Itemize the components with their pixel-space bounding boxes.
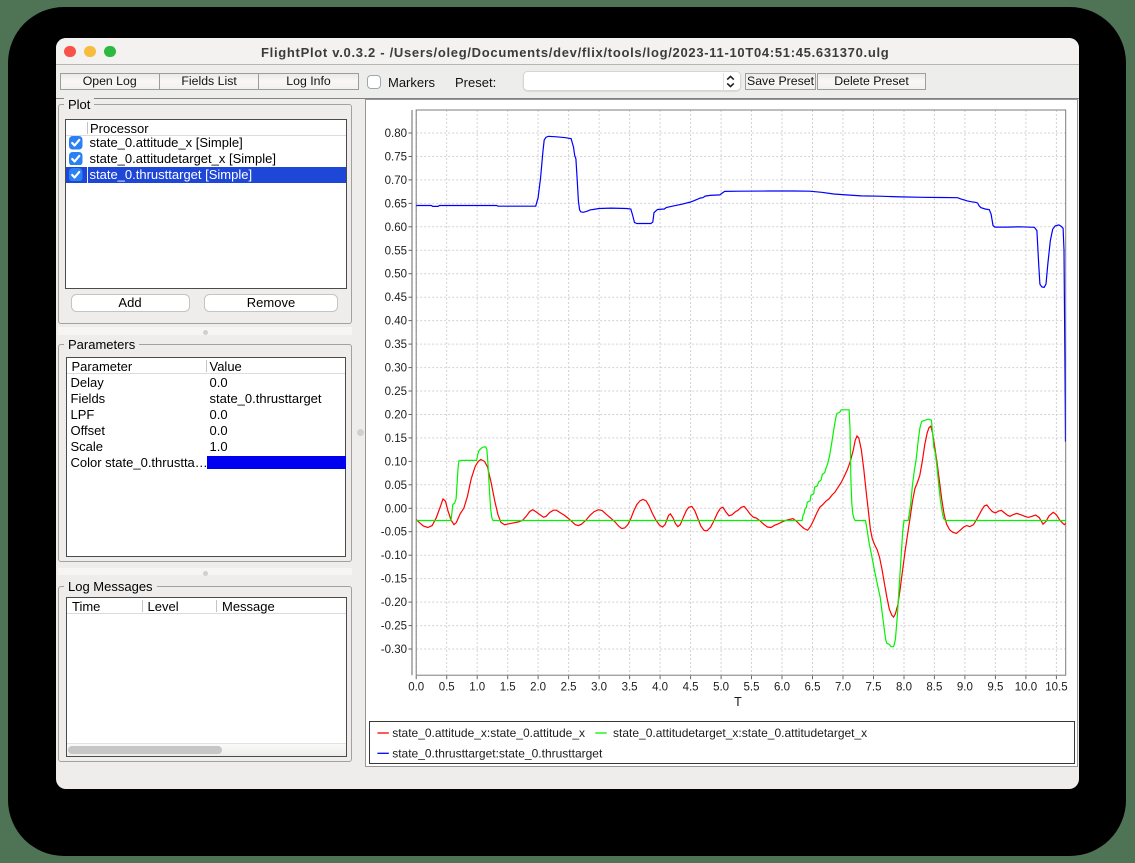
svg-text:-0.20: -0.20	[381, 597, 407, 609]
svg-text:-0.25: -0.25	[381, 621, 407, 633]
svg-text:1.0: 1.0	[469, 682, 485, 694]
svg-text:0.40: 0.40	[385, 316, 407, 328]
svg-text:9.0: 9.0	[957, 682, 973, 694]
svg-text:10.5: 10.5	[1045, 682, 1067, 694]
svg-text:0.5: 0.5	[439, 682, 455, 694]
svg-text:2.0: 2.0	[530, 682, 546, 694]
svg-text:5.0: 5.0	[713, 682, 729, 694]
svg-text:0.20: 0.20	[385, 410, 407, 422]
svg-text:0.25: 0.25	[385, 386, 407, 398]
svg-text:2.5: 2.5	[561, 682, 577, 694]
svg-text:4.5: 4.5	[683, 682, 699, 694]
svg-text:0.80: 0.80	[385, 128, 407, 140]
svg-text:10.0: 10.0	[1015, 682, 1037, 694]
svg-text:-0.10: -0.10	[381, 550, 407, 562]
svg-text:0.35: 0.35	[385, 339, 407, 351]
svg-text:0.10: 0.10	[385, 456, 407, 468]
svg-text:3.5: 3.5	[622, 682, 638, 694]
svg-text:0.45: 0.45	[385, 292, 407, 304]
svg-text:T: T	[734, 695, 742, 709]
svg-text:0.70: 0.70	[385, 175, 407, 187]
svg-text:0.75: 0.75	[385, 152, 407, 164]
svg-text:3.0: 3.0	[591, 682, 607, 694]
svg-text:0.50: 0.50	[385, 269, 407, 281]
svg-text:8.5: 8.5	[926, 682, 942, 694]
svg-text:state_0.thrusttarget:state_0.t: state_0.thrusttarget:state_0.thrusttarge…	[392, 746, 603, 760]
svg-text:4.0: 4.0	[652, 682, 668, 694]
svg-text:-0.05: -0.05	[381, 527, 407, 539]
svg-text:state_0.attitudetarget_x:state: state_0.attitudetarget_x:state_0.attitud…	[613, 726, 867, 740]
svg-text:7.0: 7.0	[835, 682, 851, 694]
svg-text:0.60: 0.60	[385, 222, 407, 234]
svg-text:-0.30: -0.30	[381, 644, 407, 656]
svg-text:6.0: 6.0	[774, 682, 790, 694]
svg-text:9.5: 9.5	[987, 682, 1003, 694]
svg-text:8.0: 8.0	[896, 682, 912, 694]
svg-text:1.5: 1.5	[500, 682, 516, 694]
svg-text:0.65: 0.65	[385, 198, 407, 210]
svg-text:0.05: 0.05	[385, 480, 407, 492]
svg-text:0.30: 0.30	[385, 363, 407, 375]
svg-text:0.0: 0.0	[408, 682, 424, 694]
svg-text:state_0.attitude_x:state_0.att: state_0.attitude_x:state_0.attitude_x	[392, 726, 585, 740]
svg-text:0.00: 0.00	[385, 503, 407, 515]
svg-text:-0.15: -0.15	[381, 574, 407, 586]
svg-text:7.5: 7.5	[866, 682, 882, 694]
svg-text:0.15: 0.15	[385, 433, 407, 445]
svg-text:5.5: 5.5	[744, 682, 760, 694]
svg-text:6.5: 6.5	[805, 682, 821, 694]
svg-text:0.55: 0.55	[385, 245, 407, 257]
